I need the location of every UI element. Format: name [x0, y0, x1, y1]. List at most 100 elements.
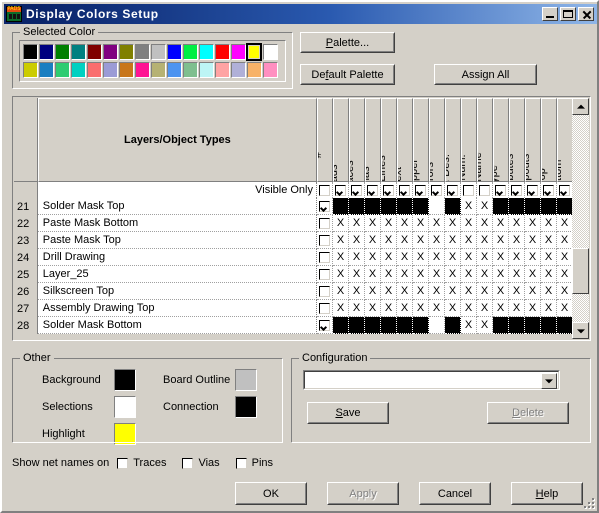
color-cell-disabled[interactable]: X	[365, 266, 381, 283]
color-cell-filled[interactable]	[557, 317, 573, 334]
color-cell-disabled[interactable]: X	[445, 249, 461, 266]
color-cell-disabled[interactable]: X	[333, 232, 349, 249]
visible-only-cell[interactable]	[557, 182, 573, 198]
color-cell-disabled[interactable]: X	[525, 215, 541, 232]
color-swatch[interactable]	[118, 61, 134, 79]
color-cell-disabled[interactable]: X	[349, 249, 365, 266]
maximize-icon[interactable]	[560, 7, 576, 21]
color-cell-disabled[interactable]: X	[461, 198, 477, 215]
board-outline-color-swatch[interactable]	[235, 369, 257, 391]
visible-only-checkbox[interactable]	[335, 184, 346, 196]
visible-only-cell[interactable]	[317, 182, 333, 198]
traces-checkbox-box[interactable]	[117, 457, 129, 469]
color-cell-disabled[interactable]: X	[541, 300, 557, 317]
layer-name[interactable]: Layer_25	[37, 266, 317, 283]
color-cell-filled[interactable]	[525, 198, 541, 215]
pins-checkbox-box[interactable]	[235, 457, 247, 469]
close-icon[interactable]	[578, 7, 594, 21]
color-cell-disabled[interactable]: X	[477, 317, 493, 334]
color-swatch[interactable]	[262, 61, 278, 79]
selections-color-swatch[interactable]	[114, 396, 136, 418]
layer-name[interactable]: Silkscreen Top	[37, 283, 317, 300]
color-cell-filled[interactable]	[349, 198, 365, 215]
color-cell-filled[interactable]	[557, 198, 573, 215]
color-cell-filled[interactable]	[493, 198, 509, 215]
visible-only-cell[interactable]	[365, 182, 381, 198]
color-cell-disabled[interactable]: X	[509, 249, 525, 266]
color-swatch[interactable]	[86, 43, 102, 61]
color-cell-disabled[interactable]: X	[429, 300, 445, 317]
configuration-combobox[interactable]	[303, 370, 560, 390]
color-cell-disabled[interactable]: X	[349, 232, 365, 249]
color-swatch[interactable]	[230, 43, 246, 61]
scroll-down-arrow-icon[interactable]	[572, 322, 589, 339]
color-cell-disabled[interactable]: X	[365, 283, 381, 300]
color-cell-disabled[interactable]: X	[493, 283, 509, 300]
save-button[interactable]: Save	[307, 402, 389, 424]
color-cell-disabled[interactable]: X	[381, 232, 397, 249]
connection-color-swatch[interactable]	[235, 396, 257, 418]
column-header-traces[interactable]: Traces	[349, 98, 365, 182]
layer-name[interactable]: Paste Mask Top	[37, 232, 317, 249]
highlight-color-swatch[interactable]	[114, 423, 136, 445]
column-header-2d-lines[interactable]: 2D Lines	[381, 98, 397, 182]
color-cell-disabled[interactable]: X	[477, 232, 493, 249]
visible-only-checkbox[interactable]	[495, 184, 506, 196]
color-cell-disabled[interactable]: X	[445, 300, 461, 317]
color-swatch[interactable]	[102, 61, 118, 79]
color-cell-disabled[interactable]: X	[493, 300, 509, 317]
color-cell-filled[interactable]	[493, 317, 509, 334]
row-enable-checkbox[interactable]	[319, 217, 330, 229]
row-enable-checkbox[interactable]	[319, 234, 330, 246]
color-cell-disabled[interactable]: X	[397, 283, 413, 300]
color-cell-disabled[interactable]: X	[397, 232, 413, 249]
color-swatch[interactable]	[150, 43, 166, 61]
column-header-[interactable]: #	[317, 98, 333, 182]
color-cell-disabled[interactable]: X	[461, 317, 477, 334]
layer-name[interactable]: Assembly Drawing Top	[37, 300, 317, 317]
color-swatch[interactable]	[182, 43, 198, 61]
color-swatch[interactable]	[198, 43, 214, 61]
color-cell-disabled[interactable]: X	[333, 283, 349, 300]
table-row[interactable]: 23 Paste Mask Top X X X X X X X X X X X X X X X	[14, 232, 573, 249]
color-swatch[interactable]	[198, 61, 214, 79]
color-cell-disabled[interactable]: X	[397, 300, 413, 317]
color-cell-filled[interactable]	[509, 317, 525, 334]
color-cell-filled[interactable]	[381, 198, 397, 215]
color-swatch[interactable]	[22, 61, 38, 79]
configuration-combobox-value[interactable]	[304, 371, 559, 389]
layer-name[interactable]: Solder Mask Top	[37, 198, 317, 215]
column-header-type[interactable]: Type	[493, 98, 509, 182]
color-cell-disabled[interactable]: X	[493, 215, 509, 232]
scrollbar-thumb[interactable]	[572, 248, 589, 294]
visible-only-checkbox[interactable]	[543, 184, 554, 196]
assign-all-button[interactable]: Assign All	[434, 64, 537, 85]
color-cell-disabled[interactable]: X	[445, 266, 461, 283]
color-cell-disabled[interactable]: X	[381, 300, 397, 317]
row-enable-checkbox[interactable]	[319, 268, 330, 280]
color-cell-disabled[interactable]: X	[381, 266, 397, 283]
color-cell-disabled[interactable]: X	[525, 266, 541, 283]
help-button[interactable]: Help	[511, 482, 583, 505]
color-cell-filled[interactable]	[445, 198, 461, 215]
color-cell-disabled[interactable]: X	[445, 232, 461, 249]
background-color-swatch[interactable]	[114, 369, 136, 391]
row-enable-cell[interactable]	[317, 249, 333, 266]
color-swatch[interactable]	[166, 43, 182, 61]
column-header-ref-des[interactable]: Ref. Des.	[445, 98, 461, 182]
color-cell-filled[interactable]	[365, 198, 381, 215]
palette-button[interactable]: Palette...	[300, 32, 395, 53]
color-cell-disabled[interactable]: X	[525, 249, 541, 266]
color-swatch[interactable]	[54, 43, 70, 61]
row-enable-cell[interactable]	[317, 198, 333, 215]
color-cell-disabled[interactable]: X	[429, 249, 445, 266]
visible-only-checkbox[interactable]	[319, 184, 330, 196]
color-cell-disabled[interactable]: X	[461, 283, 477, 300]
row-enable-checkbox[interactable]	[319, 319, 330, 331]
color-cell-disabled[interactable]: X	[461, 215, 477, 232]
row-enable-cell[interactable]	[317, 215, 333, 232]
color-swatch[interactable]	[262, 43, 278, 61]
color-cell-empty[interactable]	[429, 317, 445, 334]
color-cell-disabled[interactable]: X	[477, 215, 493, 232]
color-cell-disabled[interactable]: X	[477, 300, 493, 317]
